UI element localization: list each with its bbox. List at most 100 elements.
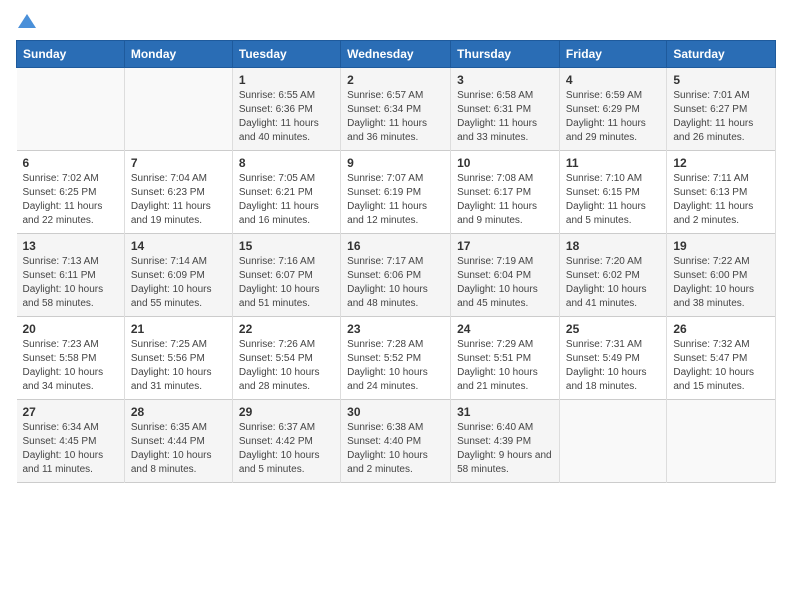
day-number: 15	[239, 239, 334, 253]
day-detail: Sunrise: 7:10 AM Sunset: 6:15 PM Dayligh…	[566, 172, 660, 228]
calendar-cell: 18Sunrise: 7:20 AM Sunset: 6:02 PM Dayli…	[559, 234, 666, 317]
calendar-cell: 17 Sunrise: 7:19 AM Sunset: 6:04 PM Dayli…	[451, 234, 560, 317]
calendar-cell: 11Sunrise: 7:10 AM Sunset: 6:15 PM Dayli…	[559, 151, 666, 234]
day-detail: Sunrise: 7:11 AM Sunset: 6:13 PM Dayligh…	[673, 172, 769, 228]
calendar-cell: 29Sunrise: 6:37 AM Sunset: 4:42 PM Dayli…	[232, 400, 340, 483]
calendar-cell: 20 Sunrise: 7:23 AM Sunset: 5:58 PM Dayli…	[17, 317, 125, 400]
calendar-header-thursday: Thursday	[451, 41, 560, 68]
day-detail: Sunrise: 7:26 AM Sunset: 5:54 PM Dayligh…	[239, 338, 334, 394]
day-number: 18	[566, 239, 660, 253]
day-number: 25	[566, 322, 660, 336]
day-number: 21	[131, 322, 226, 336]
day-number: 5	[673, 73, 769, 87]
day-number: 4	[566, 73, 660, 87]
day-detail: Sunrise: 7:08 AM Sunset: 6:17 PM Dayligh…	[457, 172, 553, 228]
day-number: 22	[239, 322, 334, 336]
day-number: 7	[131, 156, 226, 170]
calendar-header-saturday: Saturday	[667, 41, 776, 68]
day-number: 14	[131, 239, 226, 253]
day-number: 26	[673, 322, 769, 336]
calendar-cell: 19 Sunrise: 7:22 AM Sunset: 6:00 PM Dayli…	[667, 234, 776, 317]
logo-icon	[18, 12, 36, 30]
day-detail: Sunrise: 7:23 AM Sunset: 5:58 PM Dayligh…	[23, 338, 118, 394]
day-detail: Sunrise: 6:35 AM Sunset: 4:44 PM Dayligh…	[131, 421, 226, 477]
calendar-cell: 4 Sunrise: 6:59 AM Sunset: 6:29 PM Daylig…	[559, 68, 666, 151]
day-number: 19	[673, 239, 769, 253]
day-number: 20	[23, 322, 118, 336]
calendar-cell	[667, 400, 776, 483]
calendar-cell	[559, 400, 666, 483]
calendar-cell: 21Sunrise: 7:25 AM Sunset: 5:56 PM Dayli…	[124, 317, 232, 400]
day-detail: Sunrise: 6:58 AM Sunset: 6:31 PM Dayligh…	[457, 89, 553, 145]
calendar-cell: 30 Sunrise: 6:38 AM Sunset: 4:40 PM Dayli…	[341, 400, 451, 483]
calendar-cell: 2 Sunrise: 6:57 AM Sunset: 6:34 PM Daylig…	[341, 68, 451, 151]
day-number: 24	[457, 322, 553, 336]
calendar-week-row: 20 Sunrise: 7:23 AM Sunset: 5:58 PM Dayli…	[17, 317, 776, 400]
day-detail: Sunrise: 7:19 AM Sunset: 6:04 PM Dayligh…	[457, 255, 553, 311]
calendar-cell: 31 Sunrise: 6:40 AM Sunset: 4:39 PM Dayli…	[451, 400, 560, 483]
day-number: 17	[457, 239, 553, 253]
calendar-week-row: 6Sunrise: 7:02 AM Sunset: 6:25 PM Daylig…	[17, 151, 776, 234]
calendar-cell: 26 Sunrise: 7:32 AM Sunset: 5:47 PM Dayli…	[667, 317, 776, 400]
day-detail: Sunrise: 7:13 AM Sunset: 6:11 PM Dayligh…	[23, 255, 118, 311]
day-detail: Sunrise: 6:38 AM Sunset: 4:40 PM Dayligh…	[347, 421, 444, 477]
calendar-cell: 23 Sunrise: 7:28 AM Sunset: 5:52 PM Dayli…	[341, 317, 451, 400]
day-detail: Sunrise: 6:59 AM Sunset: 6:29 PM Dayligh…	[566, 89, 660, 145]
logo	[16, 16, 36, 30]
day-number: 16	[347, 239, 444, 253]
day-detail: Sunrise: 7:01 AM Sunset: 6:27 PM Dayligh…	[673, 89, 769, 145]
calendar-cell: 28 Sunrise: 6:35 AM Sunset: 4:44 PM Dayli…	[124, 400, 232, 483]
day-number: 23	[347, 322, 444, 336]
calendar-cell: 15Sunrise: 7:16 AM Sunset: 6:07 PM Dayli…	[232, 234, 340, 317]
calendar-cell: 16Sunrise: 7:17 AM Sunset: 6:06 PM Dayli…	[341, 234, 451, 317]
page-header	[16, 16, 776, 30]
calendar-cell: 14 Sunrise: 7:14 AM Sunset: 6:09 PM Dayli…	[124, 234, 232, 317]
day-detail: Sunrise: 6:57 AM Sunset: 6:34 PM Dayligh…	[347, 89, 444, 145]
day-detail: Sunrise: 7:14 AM Sunset: 6:09 PM Dayligh…	[131, 255, 226, 311]
calendar-header-wednesday: Wednesday	[341, 41, 451, 68]
day-detail: Sunrise: 7:28 AM Sunset: 5:52 PM Dayligh…	[347, 338, 444, 394]
calendar-cell: 10 Sunrise: 7:08 AM Sunset: 6:17 PM Dayli…	[451, 151, 560, 234]
day-detail: Sunrise: 7:05 AM Sunset: 6:21 PM Dayligh…	[239, 172, 334, 228]
calendar-header-row: SundayMondayTuesdayWednesdayThursdayFrid…	[17, 41, 776, 68]
calendar-cell: 12 Sunrise: 7:11 AM Sunset: 6:13 PM Dayli…	[667, 151, 776, 234]
day-number: 30	[347, 405, 444, 419]
day-detail: Sunrise: 7:07 AM Sunset: 6:19 PM Dayligh…	[347, 172, 444, 228]
day-number: 13	[23, 239, 118, 253]
day-detail: Sunrise: 7:04 AM Sunset: 6:23 PM Dayligh…	[131, 172, 226, 228]
calendar-cell	[17, 68, 125, 151]
day-detail: Sunrise: 7:31 AM Sunset: 5:49 PM Dayligh…	[566, 338, 660, 394]
day-number: 28	[131, 405, 226, 419]
calendar-header-tuesday: Tuesday	[232, 41, 340, 68]
calendar-cell	[124, 68, 232, 151]
day-detail: Sunrise: 7:32 AM Sunset: 5:47 PM Dayligh…	[673, 338, 769, 394]
calendar-header-monday: Monday	[124, 41, 232, 68]
calendar-week-row: 27 Sunrise: 6:34 AM Sunset: 4:45 PM Dayli…	[17, 400, 776, 483]
calendar-cell: 25 Sunrise: 7:31 AM Sunset: 5:49 PM Dayli…	[559, 317, 666, 400]
calendar-cell: 1 Sunrise: 6:55 AM Sunset: 6:36 PM Daylig…	[232, 68, 340, 151]
calendar-week-row: 13 Sunrise: 7:13 AM Sunset: 6:11 PM Dayli…	[17, 234, 776, 317]
calendar-cell: 3 Sunrise: 6:58 AM Sunset: 6:31 PM Daylig…	[451, 68, 560, 151]
day-detail: Sunrise: 7:22 AM Sunset: 6:00 PM Dayligh…	[673, 255, 769, 311]
calendar-cell: 24Sunrise: 7:29 AM Sunset: 5:51 PM Dayli…	[451, 317, 560, 400]
calendar-cell: 7 Sunrise: 7:04 AM Sunset: 6:23 PM Daylig…	[124, 151, 232, 234]
day-number: 8	[239, 156, 334, 170]
calendar-cell: 5 Sunrise: 7:01 AM Sunset: 6:27 PM Daylig…	[667, 68, 776, 151]
day-number: 12	[673, 156, 769, 170]
day-number: 3	[457, 73, 553, 87]
day-number: 10	[457, 156, 553, 170]
day-number: 2	[347, 73, 444, 87]
calendar-cell: 8 Sunrise: 7:05 AM Sunset: 6:21 PM Daylig…	[232, 151, 340, 234]
day-number: 1	[239, 73, 334, 87]
day-number: 27	[23, 405, 118, 419]
day-detail: Sunrise: 6:40 AM Sunset: 4:39 PM Dayligh…	[457, 421, 553, 477]
calendar-cell: 27 Sunrise: 6:34 AM Sunset: 4:45 PM Dayli…	[17, 400, 125, 483]
day-number: 31	[457, 405, 553, 419]
calendar-cell: 9 Sunrise: 7:07 AM Sunset: 6:19 PM Daylig…	[341, 151, 451, 234]
day-detail: Sunrise: 6:55 AM Sunset: 6:36 PM Dayligh…	[239, 89, 334, 145]
calendar-header-sunday: Sunday	[17, 41, 125, 68]
day-detail: Sunrise: 6:34 AM Sunset: 4:45 PM Dayligh…	[23, 421, 118, 477]
day-number: 9	[347, 156, 444, 170]
calendar-header-friday: Friday	[559, 41, 666, 68]
day-detail: Sunrise: 7:02 AM Sunset: 6:25 PM Dayligh…	[23, 172, 118, 228]
